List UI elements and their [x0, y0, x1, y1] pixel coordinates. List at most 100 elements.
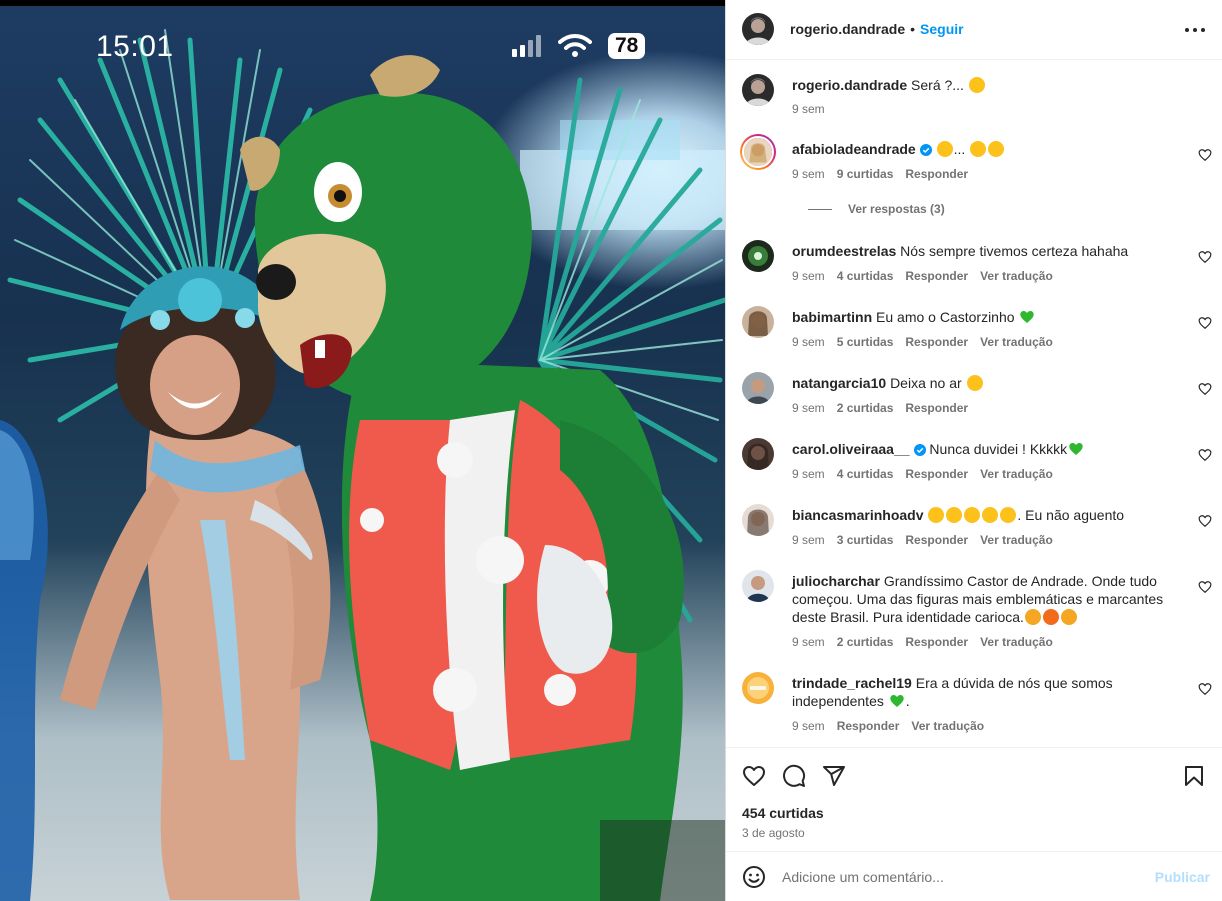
- laughing-emoji-icon: [982, 507, 999, 523]
- publish-button[interactable]: Publicar: [1155, 869, 1210, 885]
- status-bar-icons: 78: [512, 33, 646, 59]
- reply-button[interactable]: Responder: [905, 401, 968, 415]
- wink-emoji-icon: [968, 77, 985, 93]
- view-replies-label: Ver respostas (3): [848, 202, 945, 216]
- reply-button[interactable]: Responder: [905, 269, 968, 283]
- comments-list[interactable]: rogerio.dandrade Será ?... 9 sem afabiol…: [726, 60, 1222, 747]
- comment-icon[interactable]: [782, 764, 806, 788]
- smirk-emoji-icon: [970, 141, 987, 157]
- reply-button[interactable]: Responder: [905, 533, 968, 547]
- author-avatar[interactable]: [742, 13, 774, 45]
- commenter-avatar[interactable]: [742, 504, 774, 536]
- comment-username[interactable]: carol.oliveiraaa__: [792, 441, 910, 457]
- post-header: rogerio.dandrade • Seguir: [726, 0, 1222, 60]
- post-actions: 454 curtidas 3 de agosto: [726, 747, 1222, 851]
- comment-username[interactable]: juliocharchar: [792, 573, 880, 589]
- translate-button[interactable]: Ver tradução: [980, 335, 1053, 349]
- clap-emoji-icon: [1060, 609, 1077, 625]
- commenter-avatar[interactable]: [742, 306, 774, 338]
- comment-text-end: .: [905, 693, 910, 709]
- header-separator: •: [910, 21, 916, 37]
- translate-button[interactable]: Ver tradução: [980, 635, 1053, 649]
- comment-username[interactable]: babimartinn: [792, 309, 872, 325]
- comment-time[interactable]: 9 sem: [792, 335, 825, 349]
- raised-hands-emoji-icon: [1024, 609, 1041, 625]
- author-username[interactable]: rogerio.dandrade: [790, 21, 905, 37]
- comment-text: Nunca duvidei ! Kkkkk: [929, 441, 1068, 457]
- thinking-emoji-icon: [936, 141, 953, 157]
- reply-button[interactable]: Responder: [905, 467, 968, 481]
- post-side-panel: rogerio.dandrade • Seguir rogerio.dandrade…: [725, 0, 1222, 901]
- commenter-avatar[interactable]: [740, 134, 776, 170]
- grin-emoji-icon: [988, 141, 1005, 157]
- translate-button[interactable]: Ver tradução: [980, 467, 1053, 481]
- comment-likes[interactable]: 4 curtidas: [837, 467, 894, 481]
- comment-time[interactable]: 9 sem: [792, 269, 825, 283]
- commenter-avatar[interactable]: [742, 438, 774, 470]
- green-heart-emoji-icon: [890, 695, 904, 707]
- comment-username[interactable]: trindade_rachel19: [792, 675, 912, 691]
- share-icon[interactable]: [822, 764, 846, 788]
- comment-like-icon[interactable]: [1198, 148, 1212, 162]
- comment-text: ...: [953, 141, 966, 157]
- view-replies-button[interactable]: Ver respostas (3): [808, 202, 945, 216]
- replies-divider: [808, 208, 832, 210]
- green-heart-emoji-icon: [1020, 311, 1035, 323]
- comment-like-icon[interactable]: [1198, 682, 1212, 696]
- translate-button[interactable]: Ver tradução: [980, 269, 1053, 283]
- like-icon[interactable]: [742, 764, 766, 788]
- reply-button[interactable]: Responder: [905, 335, 968, 349]
- comment-likes[interactable]: 5 curtidas: [837, 335, 894, 349]
- comment-time[interactable]: 9 sem: [792, 167, 825, 181]
- battery-icon: 78: [608, 33, 646, 59]
- post-date[interactable]: 3 de agosto: [742, 826, 805, 840]
- reply-button[interactable]: Responder: [837, 719, 900, 733]
- caption-username[interactable]: rogerio.dandrade: [792, 77, 907, 93]
- comment-like-icon[interactable]: [1198, 580, 1212, 594]
- post-media[interactable]: 15:01 78: [0, 0, 725, 901]
- comment-username[interactable]: biancasmarinhoadv: [792, 507, 924, 523]
- likes-count[interactable]: 454 curtidas: [742, 805, 824, 821]
- more-options-icon[interactable]: [1183, 22, 1207, 38]
- comment-like-icon[interactable]: [1198, 382, 1212, 396]
- comment-time[interactable]: 9 sem: [792, 719, 825, 733]
- laughing-emoji-icon: [1000, 507, 1017, 523]
- comment-like-icon[interactable]: [1198, 514, 1212, 528]
- instagram-post-modal: 15:01 78 rogerio.dandrade • Seguir roger…: [0, 0, 1222, 901]
- emoji-picker-icon[interactable]: [742, 865, 766, 889]
- follow-button[interactable]: Seguir: [920, 21, 964, 37]
- comment-text: . Eu não aguento: [1017, 507, 1125, 523]
- comment-username[interactable]: orumdeestrelas: [792, 243, 896, 259]
- comment-time[interactable]: 9 sem: [792, 467, 825, 481]
- comment-username[interactable]: afabioladeandrade: [792, 141, 916, 157]
- commenter-avatar[interactable]: [742, 570, 774, 602]
- save-icon[interactable]: [1182, 764, 1206, 788]
- verified-badge-icon: [913, 444, 926, 456]
- status-bar-time: 15:01: [96, 30, 174, 63]
- commenter-avatar[interactable]: [742, 240, 774, 272]
- comment-likes[interactable]: 2 curtidas: [837, 635, 894, 649]
- comment-like-icon[interactable]: [1198, 250, 1212, 264]
- reply-button[interactable]: Responder: [905, 635, 968, 649]
- comment-time[interactable]: 9 sem: [792, 533, 825, 547]
- comment-input[interactable]: [782, 866, 1142, 888]
- comment-likes[interactable]: 9 curtidas: [837, 167, 894, 181]
- caption-avatar[interactable]: [742, 74, 774, 106]
- laughing-emoji-icon: [966, 375, 983, 391]
- fire-emoji-icon: [1042, 609, 1059, 625]
- comment-likes[interactable]: 3 curtidas: [837, 533, 894, 547]
- caption-time[interactable]: 9 sem: [792, 102, 825, 116]
- commenter-avatar[interactable]: [742, 672, 774, 704]
- reply-button[interactable]: Responder: [905, 167, 968, 181]
- comment-likes[interactable]: 4 curtidas: [837, 269, 894, 283]
- comment-time[interactable]: 9 sem: [792, 401, 825, 415]
- comment-likes[interactable]: 2 curtidas: [837, 401, 894, 415]
- translate-button[interactable]: Ver tradução: [980, 533, 1053, 547]
- translate-button[interactable]: Ver tradução: [911, 719, 984, 733]
- caption-text: Será ?...: [911, 77, 964, 93]
- comment-time[interactable]: 9 sem: [792, 635, 825, 649]
- comment-username[interactable]: natangarcia10: [792, 375, 886, 391]
- comment-like-icon[interactable]: [1198, 448, 1212, 462]
- commenter-avatar[interactable]: [742, 372, 774, 404]
- comment-like-icon[interactable]: [1198, 316, 1212, 330]
